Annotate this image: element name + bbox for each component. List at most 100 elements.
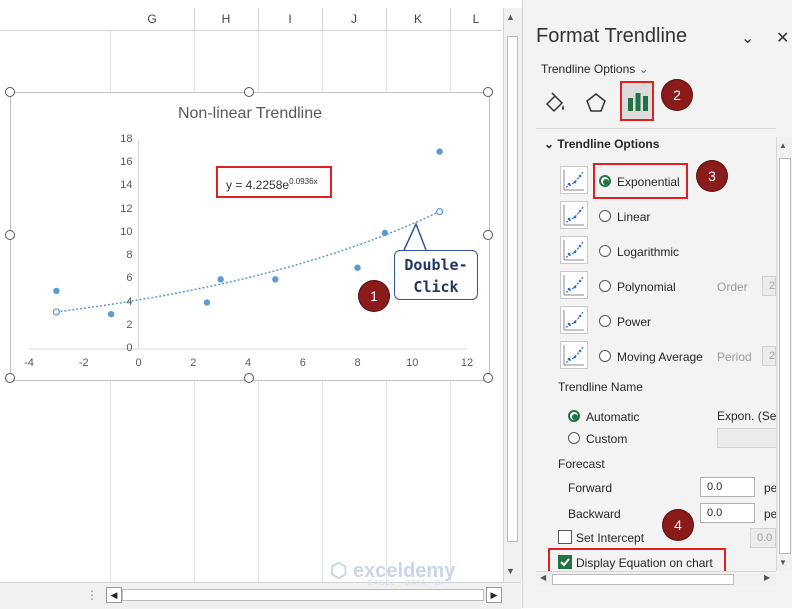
power-trend-icon	[560, 306, 588, 334]
moving-average-trend-icon	[560, 341, 588, 369]
data-point	[217, 276, 224, 283]
trendline-options-dropdown[interactable]: Trendline Options ⌄	[541, 62, 649, 76]
resize-handle-t[interactable]	[244, 87, 254, 97]
collapse-chevron-icon: ⌄	[544, 137, 555, 151]
x-tick-label: 6	[299, 357, 306, 369]
callout-line2: Click	[413, 278, 459, 296]
resize-handle-tl[interactable]	[5, 87, 15, 97]
pane-horizontal-scrollbar[interactable]: ◀ ▶	[536, 571, 776, 586]
column-header-j[interactable]: J	[322, 8, 387, 30]
display-equation-label[interactable]: Display Equation on chart	[576, 556, 713, 570]
automatic-radio[interactable]	[568, 410, 580, 422]
split-handle-icon[interactable]: ⋮	[86, 588, 98, 602]
y-tick-label: 12	[120, 202, 133, 215]
divider	[536, 128, 776, 129]
polynomial-radio[interactable]	[599, 280, 611, 292]
y-tick-label: 6	[126, 272, 133, 285]
section-trendline-options[interactable]: ⌄ Trendline Options	[544, 137, 659, 151]
power-label[interactable]: Power	[617, 315, 651, 329]
column-header-k[interactable]: K	[386, 8, 451, 30]
set-intercept-label[interactable]: Set Intercept	[576, 531, 644, 545]
fill-line-icon[interactable]	[541, 90, 567, 116]
moving-average-radio[interactable]	[599, 350, 611, 362]
close-icon[interactable]: ✕	[776, 28, 789, 48]
linear-trend-icon	[560, 201, 588, 229]
x-tick-label: 0	[135, 357, 142, 369]
resize-handle-r[interactable]	[483, 230, 493, 240]
x-tick-label: 10	[406, 357, 419, 369]
trendline-endpoint-handle	[52, 308, 60, 316]
intercept-field[interactable]: 0.0	[750, 528, 776, 548]
automatic-label[interactable]: Automatic	[586, 410, 639, 424]
resize-handle-l[interactable]	[5, 230, 15, 240]
column-header-l[interactable]: L	[450, 8, 502, 30]
custom-label[interactable]: Custom	[586, 432, 627, 446]
bar-chart-icon	[628, 93, 648, 111]
backward-label: Backward	[568, 507, 621, 521]
linear-label[interactable]: Linear	[617, 210, 650, 224]
period-field[interactable]: 2	[762, 346, 776, 366]
x-tick-label: 4	[244, 357, 252, 369]
linear-radio[interactable]	[599, 210, 611, 222]
y-tick-label: 0	[126, 342, 133, 354]
highlight-exponential	[593, 163, 688, 199]
set-intercept-checkbox[interactable]	[558, 530, 572, 544]
forward-field[interactable]: 0.0	[700, 477, 755, 497]
x-tick-label: 12	[460, 357, 474, 369]
trendline-equation-label[interactable]: y = 4.2258e0.0936x	[216, 166, 332, 198]
backward-field[interactable]: 0.0	[700, 503, 755, 523]
checkmark-icon	[560, 558, 570, 567]
column-header-row: GHIJKL	[0, 8, 502, 31]
pane-scroll-up-icon[interactable]: ▲	[779, 141, 787, 150]
step-badge-4: 4	[663, 510, 693, 540]
forward-label: Forward	[568, 481, 613, 495]
data-point	[203, 299, 211, 306]
polynomial-trend-icon	[560, 271, 588, 299]
data-point	[381, 229, 389, 237]
pane-scroll-left-icon[interactable]: ◀	[540, 573, 546, 582]
logarithmic-trend-icon	[560, 236, 588, 264]
resize-handle-b[interactable]	[244, 373, 254, 383]
column-header-g[interactable]: G	[110, 8, 195, 30]
custom-radio[interactable]	[568, 432, 580, 444]
scroll-right-icon[interactable]: ▶	[486, 587, 502, 603]
scroll-up-icon[interactable]: ▲	[506, 12, 515, 22]
moving-average-label[interactable]: Moving Average	[617, 350, 703, 364]
column-header-i[interactable]: I	[258, 8, 323, 30]
x-tick-label: 2	[190, 357, 197, 369]
step-badge-2: 2	[662, 80, 692, 110]
pane-scroll-down-icon[interactable]: ▼	[779, 558, 787, 567]
polynomial-label[interactable]: Polynomial	[617, 280, 676, 294]
period-label: Period	[717, 350, 752, 364]
sheet-vscroll-thumb[interactable]	[507, 36, 518, 542]
power-radio[interactable]	[599, 315, 611, 327]
order-field[interactable]: 2	[762, 276, 776, 296]
chevron-down-icon[interactable]: ⌄	[741, 28, 754, 48]
resize-handle-bl[interactable]	[5, 373, 15, 383]
y-tick-label: 16	[120, 156, 133, 169]
callout-line1: Double-	[404, 256, 468, 274]
scroll-down-icon[interactable]: ▼	[506, 566, 515, 576]
display-equation-checkbox[interactable]	[558, 555, 572, 569]
sheet-hscroll-thumb[interactable]	[122, 589, 484, 601]
effects-pentagon-icon[interactable]	[583, 90, 609, 116]
column-header-h[interactable]: H	[194, 8, 259, 30]
pane-vscroll-thumb[interactable]	[779, 158, 791, 554]
custom-name-field[interactable]	[717, 428, 777, 448]
equation-exponent: 0.0936x	[289, 177, 318, 186]
forecast-label: Forecast	[558, 457, 605, 471]
resize-handle-tr[interactable]	[483, 87, 493, 97]
data-point	[354, 264, 361, 271]
pane-hscroll-thumb[interactable]	[552, 574, 734, 585]
logarithmic-radio[interactable]	[599, 245, 611, 257]
scroll-left-icon[interactable]: ◀	[106, 587, 122, 603]
logarithmic-label[interactable]: Logarithmic	[617, 245, 679, 259]
exponential-trend-icon	[560, 166, 588, 194]
y-tick-label: 18	[120, 133, 133, 145]
resize-handle-br[interactable]	[483, 373, 493, 383]
equation-text: y = 4.2258e	[226, 178, 290, 192]
y-tick-label: 14	[120, 179, 133, 192]
trendline-endpoint-handle	[436, 208, 444, 216]
data-point	[436, 148, 443, 155]
pane-scroll-right-icon[interactable]: ▶	[764, 573, 770, 582]
